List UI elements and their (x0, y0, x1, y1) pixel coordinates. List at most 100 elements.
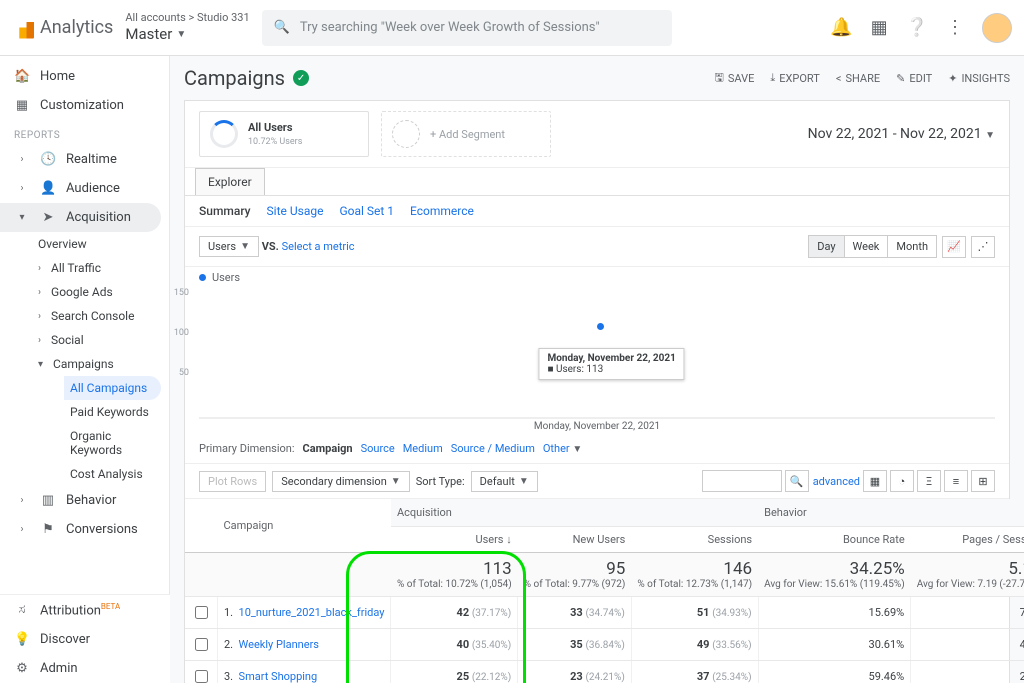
campaign-link[interactable]: Smart Shopping (239, 670, 318, 683)
help-icon[interactable]: ❔ (906, 17, 928, 38)
sidebar-social[interactable]: › Social (32, 328, 169, 352)
campaign-link[interactable]: 10_nurture_2021_black_friday (239, 606, 385, 619)
notifications-icon[interactable]: 🔔 (830, 17, 852, 38)
secondary-dimension[interactable]: Secondary dimension ▼ (272, 471, 409, 492)
dim-source-medium[interactable]: Source / Medium (451, 442, 535, 455)
chevron-right-icon: › (14, 154, 30, 165)
export-button[interactable]: ⤓ EXPORT (770, 69, 819, 88)
subtab-ecom[interactable]: Ecommerce (410, 204, 474, 218)
search-bar[interactable]: 🔍 Try searching "Week over Week Growth o… (262, 10, 672, 46)
sidebar-alltraffic[interactable]: › All Traffic (32, 256, 169, 280)
save-button[interactable]: 🖫 SAVE (715, 69, 755, 88)
account-breadcrumb: All accounts > Studio 331 (125, 11, 249, 25)
view-table-icon[interactable]: ▦ (863, 470, 887, 492)
advanced-link[interactable]: advanced (813, 475, 860, 488)
row-checkbox[interactable] (195, 606, 208, 619)
sidebar-discover[interactable]: 💡Discover (0, 625, 170, 654)
col-campaign[interactable]: Campaign (218, 499, 391, 553)
sidebar-organic-keywords[interactable]: Organic Keywords (64, 424, 169, 462)
sidebar-googleads[interactable]: › Google Ads (32, 280, 169, 304)
sidebar-paid-keywords[interactable]: Paid Keywords (64, 400, 169, 424)
top-icons: 🔔 ▦ ❔ ⋮ (830, 13, 1012, 43)
sidebar-searchconsole[interactable]: › Search Console (32, 304, 169, 328)
caret-down-icon: ▼ (176, 28, 186, 41)
behavior-icon: ▥ (40, 493, 56, 508)
col-bounce[interactable]: Bounce Rate (758, 527, 911, 553)
sidebar-campaigns[interactable]: ▾ Campaigns (32, 352, 169, 376)
col-users[interactable]: Users ↓ (391, 527, 518, 553)
select-metric[interactable]: Select a metric (282, 240, 355, 253)
verified-icon: ✓ (293, 70, 309, 86)
kebab-menu-icon[interactable]: ⋮ (946, 17, 964, 38)
date-range[interactable]: Nov 22, 2021 - Nov 22, 2021 ▼ (808, 126, 995, 142)
donut-icon (210, 120, 238, 148)
table-row: 3. Smart Shopping 25 (22.12%) 23 (24.21%… (185, 661, 1024, 683)
dim-source[interactable]: Source (361, 442, 395, 455)
granularity-week[interactable]: Week (844, 235, 889, 258)
chart-type-motion[interactable]: ⋰ (971, 236, 995, 258)
chart-type-line[interactable]: 📈 (942, 236, 966, 258)
subtab-goal[interactable]: Goal Set 1 (339, 204, 394, 218)
granularity-month[interactable]: Month (887, 235, 937, 258)
sidebar-acquisition[interactable]: ▾➤Acquisition (0, 203, 161, 232)
sidebar-behavior[interactable]: ›▥Behavior (0, 486, 169, 515)
dim-other[interactable]: Other ▼ (543, 442, 582, 455)
search-icon: 🔍 (274, 20, 290, 35)
col-pps[interactable]: Pages / Session (911, 527, 1024, 553)
sidebar-home[interactable]: 🏠Home (0, 62, 169, 91)
col-newusers[interactable]: New Users (518, 527, 632, 553)
row-checkbox[interactable] (195, 670, 208, 683)
granularity-day[interactable]: Day (808, 235, 844, 258)
chevron-right-icon: › (14, 495, 30, 506)
view-percent-icon[interactable]: ◔ (890, 470, 914, 492)
flag-icon: ⚑ (40, 522, 56, 537)
chart-tooltip: Monday, November 22, 2021 ■ Users: 113 (538, 348, 684, 380)
sidebar-overview[interactable]: Overview (32, 232, 169, 256)
view-comparison-icon[interactable]: ≡ (944, 470, 968, 492)
account-switcher[interactable]: All accounts > Studio 331 Master▼ (125, 11, 249, 45)
sidebar-admin[interactable]: ⚙Admin (0, 654, 170, 683)
reports-header: REPORTS (0, 120, 169, 145)
insights-button[interactable]: ✦ INSIGHTS (948, 69, 1010, 88)
edit-button[interactable]: ✎ EDIT (896, 69, 932, 88)
sidebar-conversions[interactable]: ›⚑Conversions (0, 515, 169, 544)
table-search[interactable] (702, 470, 782, 492)
share-icon: ➤ (40, 210, 56, 225)
summary-row: 113% of Total: 10.72% (1,054) 95% of Tot… (185, 553, 1024, 597)
sidebar-audience[interactable]: ›👤Audience (0, 174, 169, 203)
lightbulb-icon: 💡 (14, 632, 30, 647)
apps-icon[interactable]: ▦ (871, 17, 888, 38)
row-checkbox[interactable] (195, 638, 208, 651)
chevron-down-icon: ▾ (14, 212, 30, 223)
share-button[interactable]: < SHARE (836, 69, 880, 88)
sidebar-attribution[interactable]: ಸAttributionBETA (0, 595, 170, 625)
tab-explorer[interactable]: Explorer (195, 168, 265, 195)
campaign-table: Campaign Acquisition Behavior Conversion… (185, 499, 1024, 683)
caret-down-icon: ▼ (985, 130, 995, 141)
view-performance-icon[interactable]: Ξ (917, 470, 941, 492)
sort-type[interactable]: Default ▼ (471, 471, 538, 492)
subtab-summary[interactable]: Summary (199, 204, 251, 218)
sidebar-all-campaigns[interactable]: All Campaigns (64, 376, 161, 400)
dim-medium[interactable]: Medium (403, 442, 443, 455)
sidebar-cost-analysis[interactable]: Cost Analysis (64, 462, 169, 486)
chevron-down-icon: ▾ (38, 359, 43, 370)
avatar[interactable] (982, 13, 1012, 43)
chevron-right-icon: › (38, 263, 41, 274)
sidebar-realtime[interactable]: ›🕓Realtime (0, 145, 169, 174)
subtab-site[interactable]: Site Usage (267, 204, 324, 218)
chart-x-label: Monday, November 22, 2021 (199, 418, 995, 434)
product-logo[interactable]: Analytics (12, 17, 113, 39)
col-sessions[interactable]: Sessions (631, 527, 758, 553)
segment-all-users[interactable]: All Users10.72% Users (199, 111, 369, 157)
metric-select[interactable]: Users ▼ (199, 236, 259, 257)
campaign-link[interactable]: Weekly Planners (239, 638, 319, 651)
top-bar: Analytics All accounts > Studio 331 Mast… (0, 0, 1024, 56)
view-pivot-icon[interactable]: ⊞ (971, 470, 995, 492)
sidebar-customization[interactable]: ▦Customization (0, 91, 169, 120)
search-button[interactable]: 🔍 (785, 470, 809, 492)
chevron-right-icon: › (14, 524, 30, 535)
dim-campaign[interactable]: Campaign (303, 442, 353, 455)
add-segment[interactable]: + Add Segment (381, 111, 551, 157)
chart-area[interactable]: 150 100 50 Monday, November 22, 2021 ■ U… (199, 288, 995, 418)
